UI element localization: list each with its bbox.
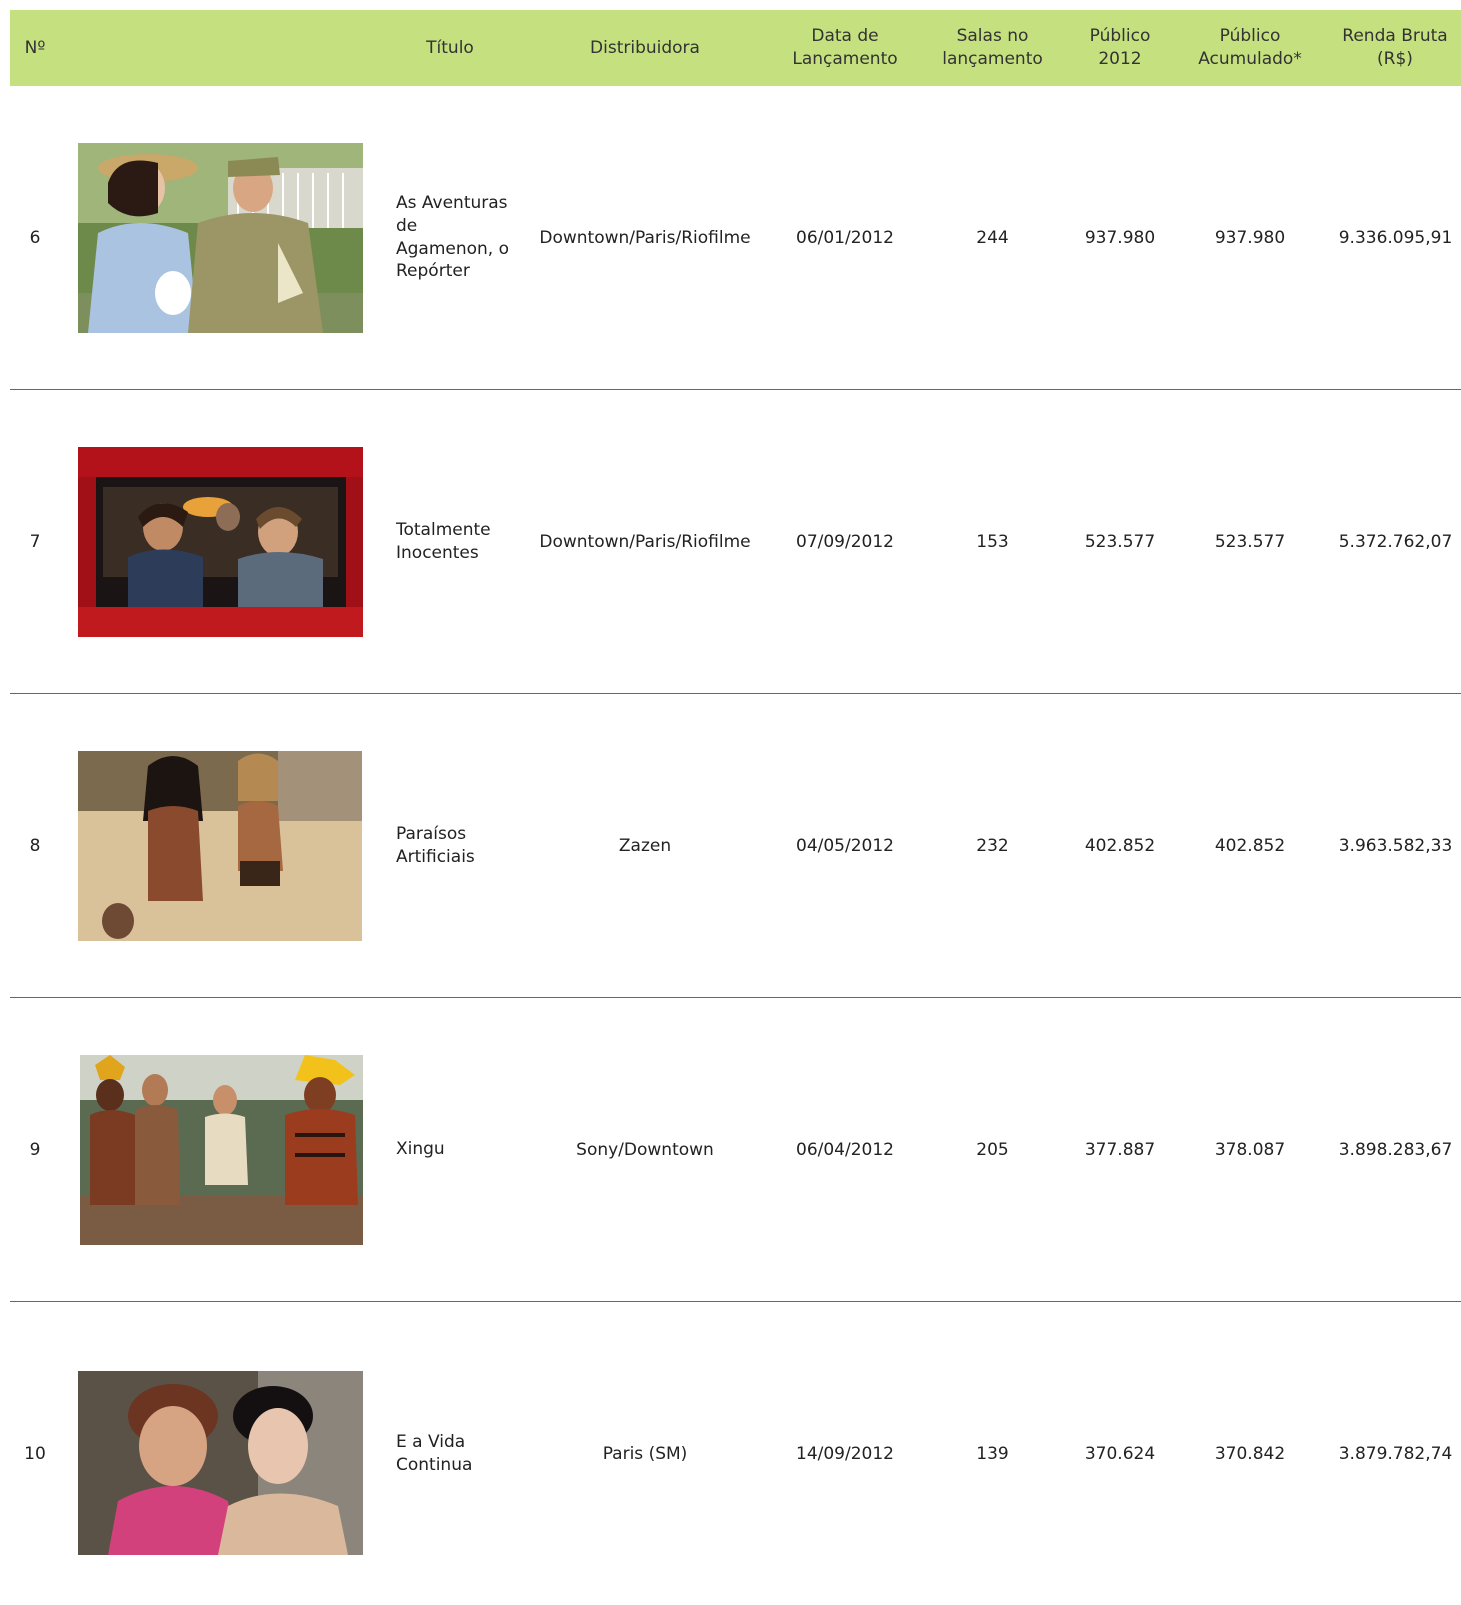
row-screens: 153	[976, 531, 1009, 552]
row-audience-total: 523.577	[1214, 531, 1286, 552]
row-audience-total: 370.842	[1214, 1443, 1286, 1464]
row-release-date: 14/09/2012	[796, 1443, 894, 1464]
row-distributor: Downtown/Paris/Riofilme	[539, 227, 751, 248]
row-distributor: Paris (SM)	[602, 1443, 688, 1464]
row-audience-2012: 402.852	[1084, 835, 1156, 856]
table-row: 10 E a Vida Continua Paris (SM) 14/09/20…	[10, 1302, 1461, 1605]
row-release-date: 06/04/2012	[796, 1139, 894, 1160]
row-screens: 205	[976, 1139, 1009, 1160]
movie-still-image	[78, 447, 363, 637]
row-audience-total: 937.980	[1214, 227, 1286, 248]
row-num: 8	[29, 835, 41, 856]
row-num: 6	[29, 227, 41, 248]
row-title: Xingu	[396, 1139, 445, 1160]
movie-still-image	[78, 751, 362, 941]
header-screens: Salas no lançamento	[942, 26, 1043, 69]
table-row: 9 Xingu Sony/Downtown 06/04/2012 205 377…	[10, 998, 1461, 1302]
row-gross: 9.336.095,91	[1338, 227, 1453, 248]
row-release-date: 06/01/2012	[796, 227, 894, 248]
row-num: 7	[29, 531, 41, 552]
row-num: 9	[29, 1139, 41, 1160]
row-distributor: Sony/Downtown	[576, 1139, 714, 1160]
header-audience-total: Público Acumulado*	[1198, 26, 1302, 69]
row-num: 10	[24, 1443, 46, 1464]
header-distributor: Distribuidora	[590, 37, 700, 58]
movie-still-image	[78, 143, 363, 333]
row-audience-total: 378.087	[1214, 1139, 1286, 1160]
row-gross: 3.879.782,74	[1338, 1443, 1453, 1464]
movie-still-image	[78, 1371, 363, 1555]
table-row: 8 Paraísos Artificiais Zazen 04/05/2012 …	[10, 694, 1461, 998]
header-num: Nº	[24, 37, 46, 58]
row-screens: 244	[976, 227, 1009, 248]
table-row: 6 As Aventuras de Agamenon, o Repórter D…	[10, 86, 1461, 390]
row-screens: 232	[976, 835, 1009, 856]
table-header: Nº Título Distribuidora Data de Lançamen…	[10, 10, 1461, 86]
row-audience-2012: 377.887	[1084, 1139, 1156, 1160]
movie-still-image	[80, 1055, 363, 1245]
row-title: Totalmente Inocentes	[396, 519, 491, 563]
row-release-date: 07/09/2012	[796, 531, 894, 552]
header-release-date: Data de Lançamento	[792, 26, 898, 69]
row-gross: 5.372.762,07	[1338, 531, 1453, 552]
row-distributor: Downtown/Paris/Riofilme	[539, 531, 751, 552]
row-title: As Aventuras de Agamenon, o Repórter	[396, 192, 510, 282]
row-audience-2012: 937.980	[1084, 227, 1156, 248]
row-title: Paraísos Artificiais	[396, 823, 475, 867]
row-audience-total: 402.852	[1214, 835, 1286, 856]
row-audience-2012: 523.577	[1084, 531, 1156, 552]
row-distributor: Zazen	[618, 835, 672, 856]
box-office-table: Nº Título Distribuidora Data de Lançamen…	[10, 10, 1461, 1605]
header-title: Título	[426, 37, 474, 58]
header-gross: Renda Bruta (R$)	[1342, 26, 1448, 69]
table-row: 7 Totalmente Inocentes Downtown/Paris/Ri…	[10, 390, 1461, 694]
row-gross: 3.963.582,33	[1338, 835, 1453, 856]
row-screens: 139	[976, 1443, 1009, 1464]
row-release-date: 04/05/2012	[796, 835, 894, 856]
row-title: E a Vida Continua	[396, 1431, 473, 1475]
row-audience-2012: 370.624	[1084, 1443, 1156, 1464]
row-gross: 3.898.283,67	[1338, 1139, 1453, 1160]
header-audience-2012: Público 2012	[1089, 26, 1151, 69]
